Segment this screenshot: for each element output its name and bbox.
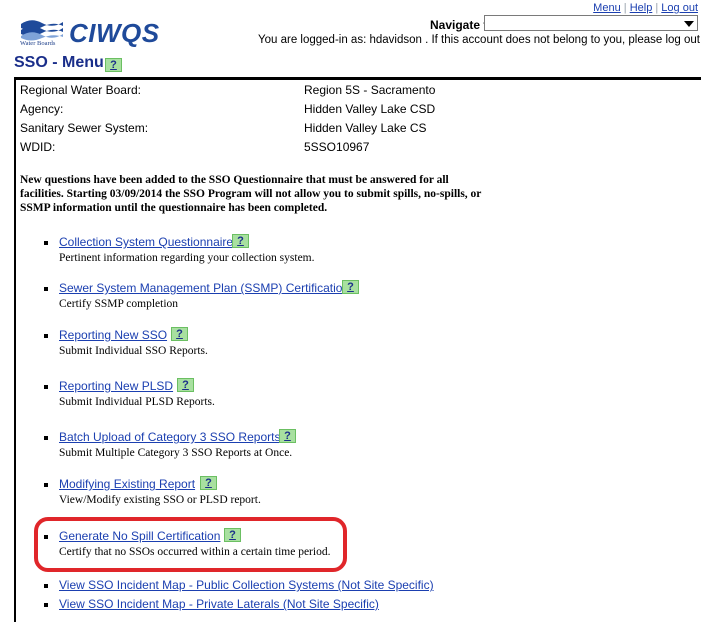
regional-board-label: Regional Water Board: (20, 83, 141, 97)
logged-in-message: You are logged-in as: hdavidson . If thi… (258, 34, 701, 46)
bullet (44, 436, 48, 440)
ssmp-certification-link[interactable]: Sewer System Management Plan (SSMP) Cert… (59, 281, 349, 295)
logo-name: CIWQS (69, 18, 160, 48)
agency-value: Hidden Valley Lake CSD (304, 102, 436, 116)
help-icon[interactable]: ? (279, 429, 296, 443)
modifying-existing-report-link[interactable]: Modifying Existing Report (59, 477, 195, 491)
regional-board-value: Region 5S - Sacramento (304, 83, 436, 97)
help-icon[interactable]: ? (171, 327, 188, 341)
help-link[interactable]: Help (630, 2, 653, 14)
title-row: SSO - Menu ? (14, 51, 701, 80)
bullet (44, 603, 48, 607)
wdid-value: 5SSO10967 (304, 140, 370, 154)
view-private-laterals-map-link[interactable]: View SSO Incident Map - Private Laterals… (59, 597, 379, 611)
item-description: Submit Multiple Category 3 SSO Reports a… (59, 447, 293, 459)
questionnaire-notice: New questions have been added to the SSO… (20, 174, 482, 214)
ciwqs-logo: Water Boards CIWQS (19, 16, 159, 52)
help-icon[interactable]: ? (200, 476, 217, 490)
wdid-label: WDID: (20, 140, 56, 154)
collection-system-questionnaire-link[interactable]: Collection System Questionnaire (59, 235, 233, 249)
menu-link[interactable]: Menu (593, 2, 621, 14)
top-links: Menu | Help | Log out (593, 2, 698, 14)
bullet (44, 334, 48, 338)
logo-caption: Water Boards (20, 40, 56, 47)
help-icon[interactable]: ? (342, 280, 359, 294)
sewer-system-label: Sanitary Sewer System: (20, 121, 149, 135)
agency-label: Agency: (20, 102, 64, 116)
item-description: View/Modify existing SSO or PLSD report. (59, 494, 261, 506)
highlight-outline (34, 517, 347, 572)
bullet (44, 584, 48, 588)
bullet (44, 483, 48, 487)
batch-upload-link[interactable]: Batch Upload of Category 3 SSO Reports (59, 430, 280, 444)
item-description: Submit Individual PLSD Reports. (59, 396, 215, 408)
item-description: Certify SSMP completion (59, 298, 179, 310)
reporting-new-plsd-link[interactable]: Reporting New PLSD (59, 379, 173, 393)
bullet (44, 287, 48, 291)
help-icon[interactable]: ? (232, 234, 249, 248)
left-border-rule (14, 77, 16, 622)
logout-link[interactable]: Log out (661, 2, 698, 14)
view-public-incident-map-link[interactable]: View SSO Incident Map - Public Collectio… (59, 578, 434, 592)
reporting-new-sso-link[interactable]: Reporting New SSO (59, 328, 167, 342)
page-title: SSO - Menu (14, 54, 104, 71)
help-icon[interactable]: ? (177, 378, 194, 392)
item-description: Submit Individual SSO Reports. (59, 345, 208, 357)
bullet (44, 241, 48, 245)
navigate-select[interactable] (484, 15, 698, 31)
chevron-down-icon (684, 21, 694, 27)
bullet (44, 385, 48, 389)
page-help-icon[interactable]: ? (105, 58, 122, 72)
item-description: Pertinent information regarding your col… (59, 252, 315, 264)
sewer-system-value: Hidden Valley Lake CS (304, 121, 427, 135)
